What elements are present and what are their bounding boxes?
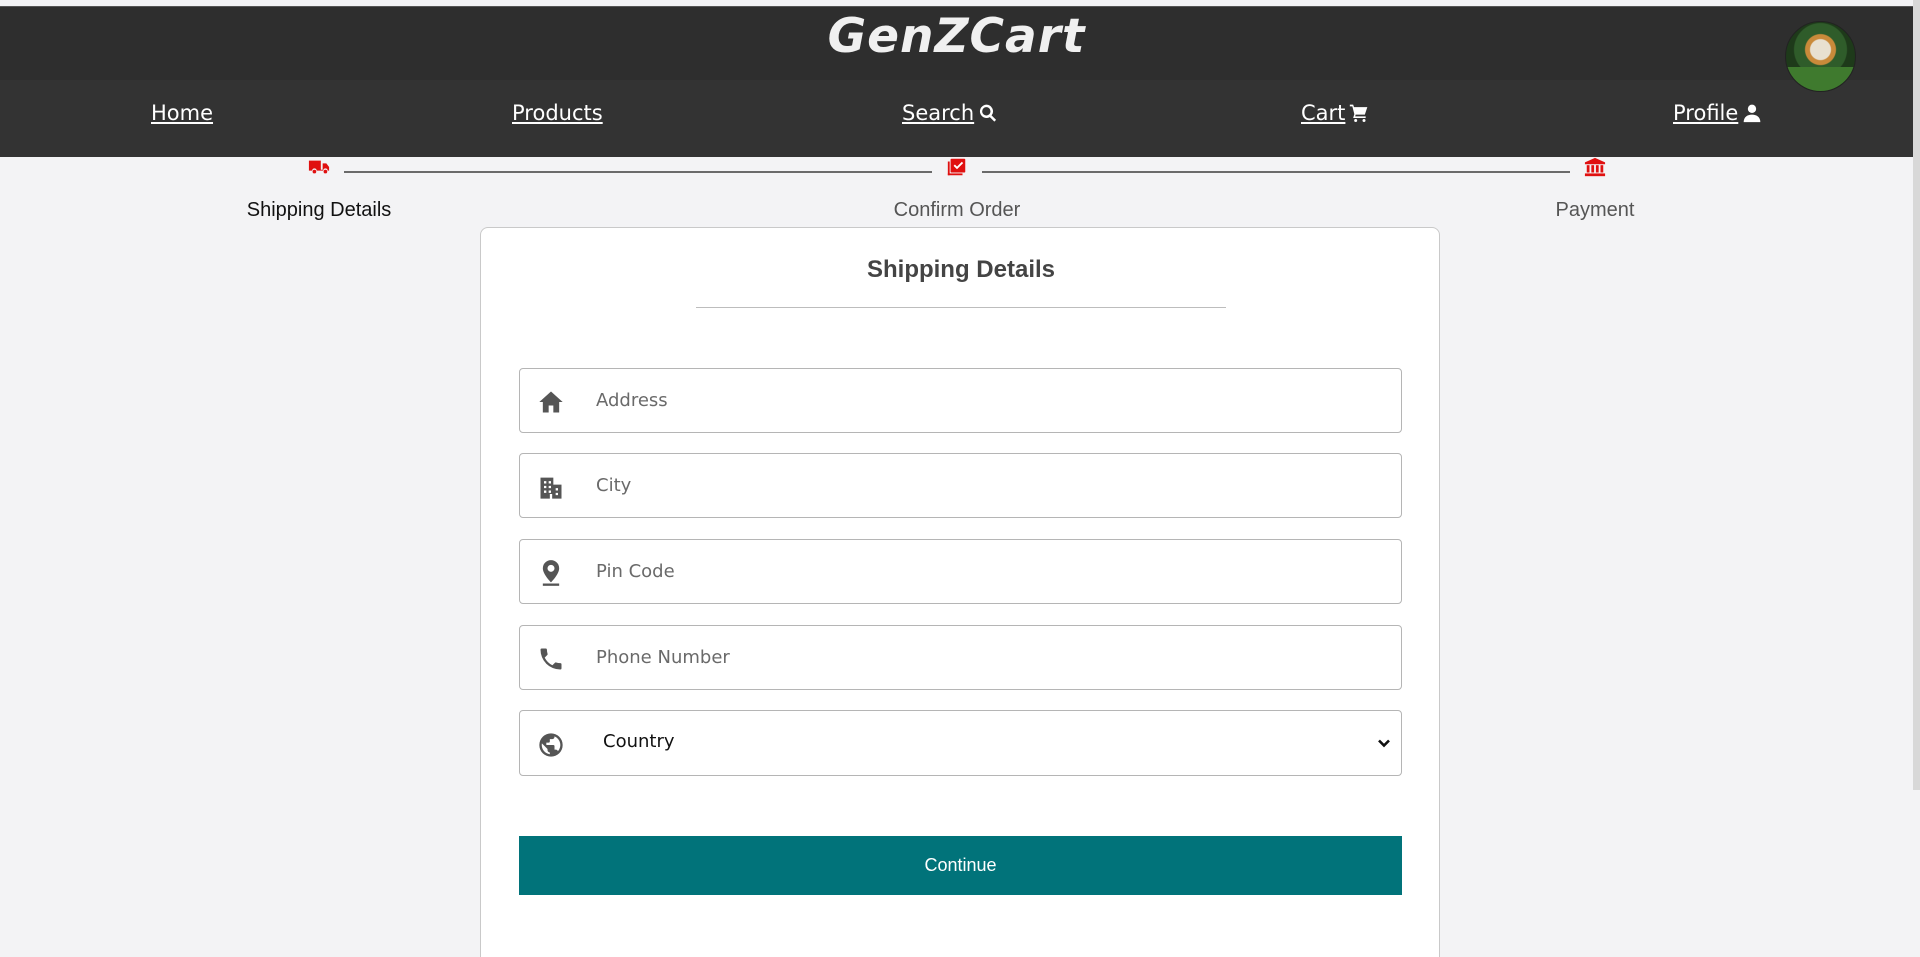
step-connector xyxy=(344,171,932,173)
shipping-form-card: Shipping Details Country Continue xyxy=(480,227,1440,957)
nav-profile-label: Profile xyxy=(1673,101,1739,125)
continue-button[interactable]: Continue xyxy=(519,836,1402,895)
city-input[interactable] xyxy=(596,454,1386,517)
nav-cart-link[interactable]: Cart xyxy=(1301,101,1369,125)
step-connector xyxy=(982,171,1570,173)
pin-code-input[interactable] xyxy=(596,540,1386,603)
address-field[interactable] xyxy=(519,368,1402,433)
window-top-edge xyxy=(0,0,1920,7)
location-pin-icon xyxy=(537,559,565,587)
chevron-down-icon xyxy=(1377,736,1391,750)
nav-home-link[interactable]: Home xyxy=(151,101,213,125)
step-label-confirm-order: Confirm Order xyxy=(893,199,1021,221)
step-label-shipping: Shipping Details xyxy=(246,199,392,221)
step-label-payment: Payment xyxy=(1555,199,1635,221)
truck-icon xyxy=(308,157,330,177)
title-divider xyxy=(696,307,1226,308)
user-icon xyxy=(1743,104,1761,123)
city-icon xyxy=(537,473,565,501)
phone-number-input[interactable] xyxy=(596,626,1386,689)
nav-search-link[interactable]: Search xyxy=(902,101,998,125)
nav-search-label: Search xyxy=(902,101,975,125)
bank-icon xyxy=(1584,157,1606,177)
brand-logo[interactable]: GenZCart xyxy=(0,9,1913,64)
header-brand-bar: GenZCart xyxy=(0,7,1913,80)
nav-cart-label: Cart xyxy=(1301,101,1346,125)
page-scrollbar[interactable] xyxy=(1913,0,1920,957)
nav-products-link[interactable]: Products xyxy=(512,101,603,125)
nav-products-label: Products xyxy=(512,101,603,125)
country-select-value: Country xyxy=(603,731,675,752)
address-input[interactable] xyxy=(596,369,1386,432)
phone-icon xyxy=(537,645,565,673)
cart-icon xyxy=(1350,104,1368,122)
main-nav: Home Products Search Cart Profile xyxy=(0,80,1913,157)
nav-home-label: Home xyxy=(151,101,214,125)
checkout-stepper: Shipping Details Confirm Order Payment xyxy=(0,157,1913,227)
nav-profile-link[interactable]: Profile xyxy=(1673,101,1762,125)
country-select[interactable]: Country xyxy=(519,710,1402,776)
home-icon xyxy=(537,388,565,416)
site-header: GenZCart Home Products Search Cart Profi… xyxy=(0,7,1913,157)
phone-number-field[interactable] xyxy=(519,625,1402,690)
scrollbar-thumb[interactable] xyxy=(1913,0,1920,790)
city-field[interactable] xyxy=(519,453,1402,518)
checklist-icon xyxy=(946,157,968,177)
globe-icon xyxy=(537,731,565,759)
search-icon xyxy=(980,104,997,122)
form-title: Shipping Details xyxy=(866,256,1055,283)
pin-code-field[interactable] xyxy=(519,539,1402,604)
